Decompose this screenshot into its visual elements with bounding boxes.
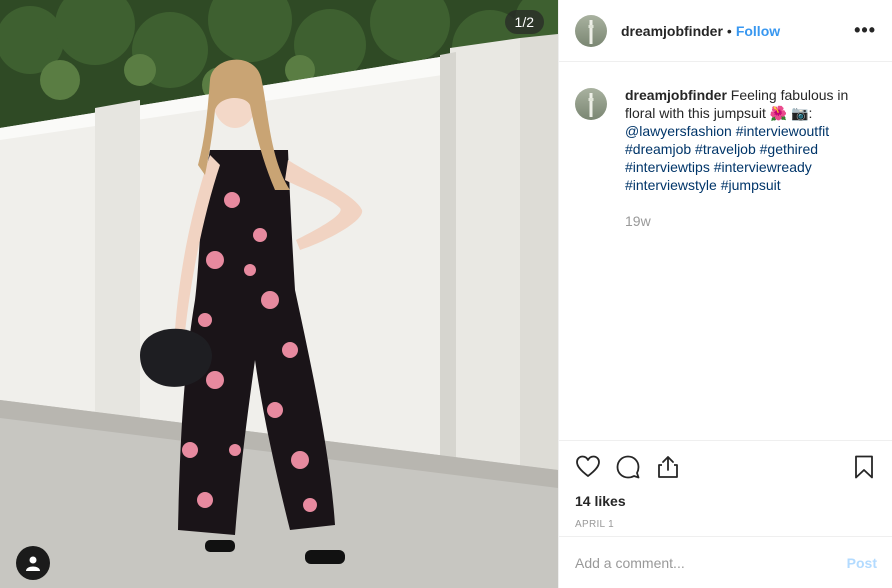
hashtag-link[interactable]: #dreamjob [625, 141, 691, 157]
share-icon[interactable] [655, 454, 681, 480]
hashtag-link[interactable]: #interviewstyle [625, 177, 717, 193]
user-tag-button[interactable] [16, 546, 50, 580]
follow-button[interactable]: Follow [736, 23, 780, 39]
avatar[interactable] [575, 14, 607, 47]
heart-icon[interactable] [575, 454, 601, 480]
avatar-tower-icon [588, 19, 594, 44]
bookmark-icon[interactable] [851, 454, 877, 480]
hashtag-link[interactable]: #interviewtips [625, 159, 710, 175]
photo-scene [0, 0, 558, 588]
post-side-panel: dreamjobfinder • Follow ••• dreamjobfind… [558, 0, 892, 588]
post-actions: 14 likes APRIL 1 [559, 440, 892, 536]
caption-username[interactable]: dreamjobfinder [625, 87, 727, 103]
photo-counter: 1/2 [504, 10, 544, 34]
hashtag-link[interactable]: #interviewready [714, 159, 812, 175]
post-photo[interactable]: 1/2 [0, 0, 558, 588]
more-icon[interactable]: ••• [854, 20, 876, 41]
hashtag-link[interactable]: #traveljob [695, 141, 756, 157]
separator-dot: • [726, 22, 732, 39]
comment-input[interactable] [575, 554, 847, 571]
comment-icon[interactable] [615, 454, 641, 480]
mention-link[interactable]: @lawyersfashion [625, 123, 732, 139]
hashtag-link[interactable]: #jumpsuit [721, 177, 781, 193]
caption-body: dreamjobfinder Feeling fabulous in flora… [625, 86, 865, 230]
avatar-tower-icon [588, 93, 594, 117]
add-comment-bar: Post [559, 536, 892, 588]
caption-avatar[interactable] [575, 88, 607, 120]
likes-count[interactable]: 14 likes [575, 493, 877, 509]
hashtag-link[interactable]: #interviewoutfit [736, 123, 829, 139]
caption-comment: dreamjobfinder Feeling fabulous in flora… [559, 62, 892, 230]
user-tag-icon [26, 556, 40, 571]
caption-timestamp[interactable]: 19w [625, 212, 865, 230]
post-date[interactable]: APRIL 1 [575, 519, 877, 530]
post-header: dreamjobfinder • Follow ••• [559, 0, 892, 62]
header-username[interactable]: dreamjobfinder [621, 23, 723, 39]
hashtag-link[interactable]: #gethired [760, 141, 818, 157]
action-icons [575, 441, 877, 493]
post-comment-button[interactable]: Post [847, 555, 877, 571]
